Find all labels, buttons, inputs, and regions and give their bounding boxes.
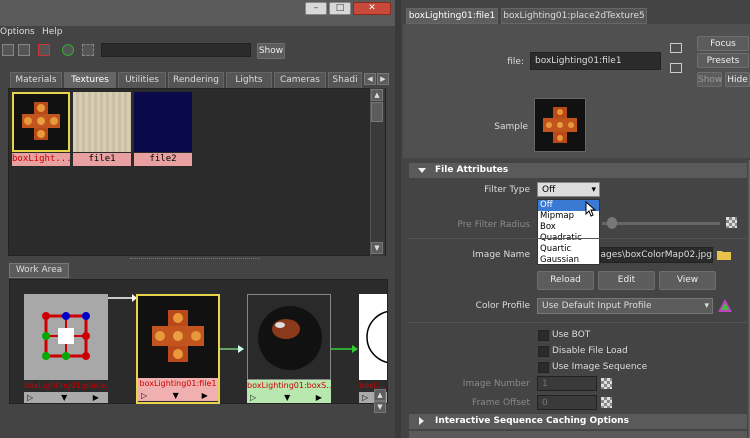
expand-right-icon	[419, 417, 424, 425]
section-file-attributes[interactable]: File Attributes	[409, 163, 747, 178]
node-shader[interactable]: boxLighting01:boxS... ▷ ▼ ▶	[247, 294, 331, 404]
image-name-label: Image Name	[472, 250, 530, 260]
filter-type-value: Off	[542, 185, 556, 195]
tab-file1[interactable]: boxLighting01:file1	[406, 8, 498, 24]
node-label: boxLighting01:boxS...	[247, 380, 331, 392]
section-title: File Attributes	[435, 165, 509, 175]
node-thumbnail	[247, 294, 331, 380]
section-collapsed[interactable]	[409, 431, 747, 438]
frame-offset-field[interactable]: 0	[537, 395, 597, 410]
node-port-bar[interactable]: ▷ ▼ ▶	[138, 390, 218, 401]
disable-file-load-checkbox[interactable]	[538, 346, 549, 357]
color-profile-value: Use Default Input Profile	[542, 301, 652, 311]
map-button-icon[interactable]	[601, 397, 612, 408]
work-scroll-down-icon[interactable]: ▼	[374, 401, 386, 413]
color-profile-select[interactable]: Use Default Input Profile ▾	[537, 298, 713, 314]
focus-button[interactable]: Focus	[697, 36, 749, 51]
node-thumbnail	[24, 294, 108, 380]
node-thumbnail	[359, 294, 387, 380]
presets-button[interactable]: Presets	[697, 53, 749, 68]
map-button-icon[interactable]	[601, 378, 612, 389]
output-connection-icon[interactable]	[670, 63, 682, 73]
section-interactive-sequence-caching[interactable]: Interactive Sequence Caching Options	[409, 414, 747, 429]
use-image-sequence-checkbox[interactable]	[538, 362, 549, 373]
dropdown-arrow-icon: ▾	[591, 185, 596, 195]
frame-offset-label: Frame Offset	[472, 398, 530, 408]
use-bot-label: Use BOT	[552, 330, 591, 340]
separator	[409, 322, 747, 323]
node-file1[interactable]: boxLighting01:file1 ▷ ▼ ▶	[136, 294, 220, 404]
use-image-sequence-label: Use Image Sequence	[552, 362, 648, 372]
filter-type-select[interactable]: Off ▾	[537, 182, 600, 197]
separator	[409, 238, 747, 239]
option-quartic[interactable]: Quartic	[538, 244, 599, 255]
map-button-icon[interactable]	[726, 217, 737, 228]
pre-filter-radius-label: Pre Filter Radius	[457, 220, 531, 230]
node-label: boxLighting01:file1	[138, 378, 218, 390]
file-label: file:	[507, 57, 524, 67]
node-name-field[interactable]: boxLighting01:file1	[530, 52, 661, 70]
node-port-bar[interactable]: ▷ ▼ ▶	[24, 392, 108, 403]
section-title: Interactive Sequence Caching Options	[435, 416, 629, 426]
node-port-bar[interactable]: ▷ ▼ ▶	[247, 392, 331, 403]
folder-icon[interactable]	[717, 249, 731, 260]
input-connection-icon[interactable]	[670, 43, 682, 53]
node-shading-group[interactable]: boxLi... ▷	[359, 294, 387, 404]
tab-place2dtexture5[interactable]: boxLighting01:place2dTexture5	[501, 8, 647, 24]
edit-button[interactable]: Edit	[598, 271, 655, 290]
view-button[interactable]: View	[659, 271, 716, 290]
hide-button[interactable]: Hide	[725, 72, 750, 87]
image-number-label: Image Number	[462, 379, 530, 389]
image-number-field[interactable]: 1	[537, 376, 597, 391]
mouse-cursor-icon	[585, 201, 597, 217]
image-name-field[interactable]: images\boxColorMap02.jpg	[600, 247, 713, 263]
dropdown-arrow-icon: ▾	[704, 301, 709, 311]
disable-file-load-label: Disable File Load	[552, 346, 628, 356]
node-label: boxLighting01:place...	[24, 381, 108, 390]
color-management-icon[interactable]	[717, 298, 733, 314]
pre-filter-slider-thumb[interactable]	[607, 217, 617, 229]
node-place2dtexture[interactable]: boxLighting01:place... ▷ ▼ ▶	[24, 294, 108, 404]
option-box[interactable]: Box	[538, 222, 599, 233]
use-bot-checkbox[interactable]	[538, 330, 549, 341]
collapse-down-icon	[418, 168, 426, 173]
pre-filter-slider-track[interactable]	[602, 222, 720, 225]
reload-button[interactable]: Reload	[537, 271, 594, 290]
left-status-bar	[0, 414, 395, 438]
show-button[interactable]: Show	[697, 72, 722, 87]
node-thumbnail	[138, 296, 218, 378]
sample-swatch[interactable]	[534, 98, 586, 152]
color-profile-label: Color Profile	[475, 301, 530, 311]
filter-type-label: Filter Type	[484, 185, 530, 195]
option-gaussian[interactable]: Gaussian	[538, 255, 599, 266]
work-scroll-up-icon[interactable]: ▲	[374, 389, 386, 401]
sample-label: Sample	[494, 122, 528, 132]
image-name-value: images\boxColorMap02.jpg	[600, 250, 712, 260]
